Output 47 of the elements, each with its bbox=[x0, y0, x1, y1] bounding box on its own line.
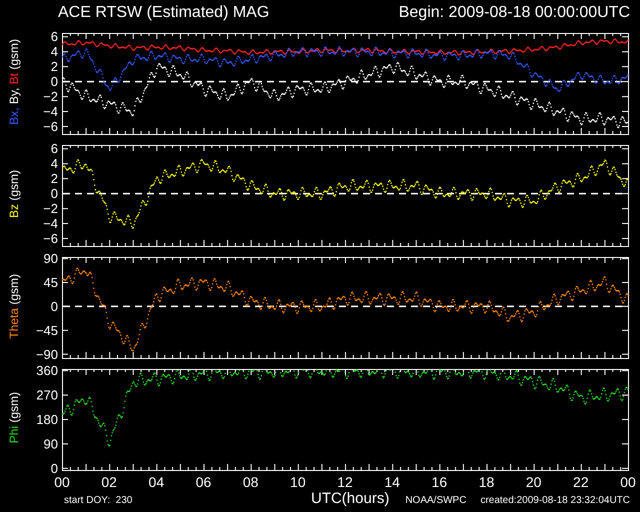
tick-label: 90 bbox=[44, 436, 58, 452]
tick-label: 10 bbox=[290, 474, 306, 490]
tick-label: −4 bbox=[43, 104, 58, 120]
tick-label: 2 bbox=[50, 171, 58, 186]
tick-label: 6 bbox=[50, 29, 58, 44]
tick-label: 00 bbox=[620, 474, 636, 490]
tick-label: 20 bbox=[526, 474, 542, 490]
tick-label: 0 bbox=[50, 186, 58, 202]
tick-label: 270 bbox=[36, 388, 58, 403]
tick-label: −2 bbox=[43, 201, 58, 216]
tick-label: 04 bbox=[148, 474, 164, 490]
tick-label: 06 bbox=[196, 474, 212, 490]
tick-label: 360 bbox=[36, 363, 58, 378]
tick-label: 12 bbox=[337, 474, 353, 490]
tick-label: −90 bbox=[36, 346, 58, 362]
tick-label: −2 bbox=[43, 89, 58, 104]
tick-label: 90 bbox=[44, 251, 58, 266]
start-doy: start DOY: 230 bbox=[64, 495, 132, 506]
axis-title: Theta (gsm) bbox=[7, 274, 21, 338]
chart-title: ACE RTSW (Estimated) MAG bbox=[58, 4, 270, 22]
tick-label: 180 bbox=[36, 412, 58, 427]
axis-title: UTC(hours) bbox=[310, 490, 390, 507]
tick-label: −45 bbox=[36, 322, 58, 338]
tick-label: 4 bbox=[50, 156, 58, 172]
axis-title: Bx, By, Bt (gsm) bbox=[7, 39, 21, 125]
created-time: created:2009-08-18 23:32:04UTC bbox=[480, 495, 630, 506]
tick-label: 14 bbox=[384, 474, 400, 490]
tick-label: 16 bbox=[432, 474, 448, 490]
tick-label: 45 bbox=[44, 275, 58, 290]
tick-label: 18 bbox=[478, 474, 494, 490]
source-label: NOAA/SWPC bbox=[405, 495, 466, 506]
tick-label: 00 bbox=[54, 474, 70, 490]
tick-label: −6 bbox=[43, 231, 58, 246]
tick-label: −6 bbox=[43, 119, 58, 134]
tick-label: 22 bbox=[573, 474, 589, 490]
tick-label: 0 bbox=[50, 460, 58, 476]
tick-label: 4 bbox=[50, 44, 58, 60]
tick-label: 0 bbox=[50, 298, 58, 314]
axis-title: Bz (gsm) bbox=[7, 170, 21, 218]
tick-label: −4 bbox=[43, 216, 58, 232]
tick-label: 0 bbox=[50, 74, 58, 90]
tick-label: 02 bbox=[101, 474, 117, 490]
axis-title: Phi (gsm) bbox=[7, 392, 21, 444]
tick-label: 6 bbox=[50, 141, 58, 156]
tick-label: 2 bbox=[50, 59, 58, 74]
begin-time: Begin: 2009-08-18 00:00:00UTC bbox=[398, 4, 630, 22]
tick-label: 08 bbox=[242, 474, 258, 490]
